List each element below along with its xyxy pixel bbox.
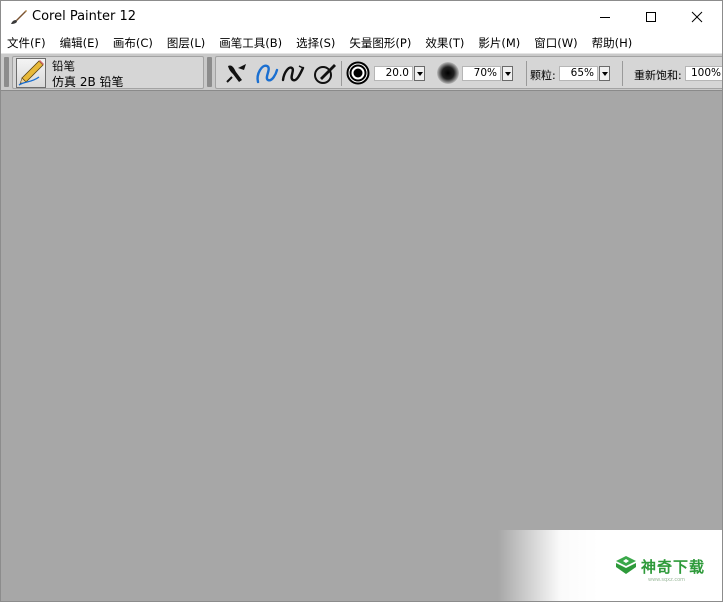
stroke-freehand-icon[interactable] [254,60,280,86]
size-dropdown[interactable] [414,66,425,81]
brush-variant-label: 仿真 2B 铅笔 [52,75,124,89]
maximize-button[interactable] [628,1,674,33]
menu-bar: 文件(F) 编辑(E) 画布(C) 图层(L) 画笔工具(B) 选择(S) 矢量… [1,33,722,53]
grain-field[interactable]: 65% [559,66,598,81]
brush-category-label: 铅笔 [52,59,75,73]
size-icon [346,61,370,85]
opacity-field[interactable]: 70% [462,66,501,81]
watermark-text: 神奇下载 [641,558,706,576]
toolbar-separator [341,61,342,86]
toolbar-grip[interactable] [207,57,212,87]
watermark-url: www.sqxz.com [648,577,686,583]
toolbar-separator [526,61,527,86]
toolbar-separator [622,61,623,86]
menu-window[interactable]: 窗口(W) [534,35,577,51]
menu-layers[interactable]: 图层(L) [167,35,205,51]
resaturation-field[interactable]: 100% [685,66,722,81]
watermark-logo [616,556,636,574]
minimize-button[interactable] [582,1,628,33]
menu-brushes[interactable]: 画笔工具(B) [219,35,282,51]
maximize-icon [646,12,656,22]
pencil-brush-icon [18,60,44,86]
opacity-icon [437,62,459,84]
menu-movie[interactable]: 影片(M) [478,35,520,51]
menu-help[interactable]: 帮助(H) [592,35,633,51]
property-bar: 铅笔 仿真 2B 铅笔 20.0 70% 颗粒: 65% 重新饱和: 100% [1,53,722,91]
dab-type-icon[interactable] [224,60,250,86]
menu-file[interactable]: 文件(F) [7,35,46,51]
workspace-area[interactable]: 神奇下载 www.sqxz.com [1,91,722,601]
watermark: 神奇下载 www.sqxz.com [498,530,722,601]
brush-ghost-icon[interactable] [312,60,338,86]
menu-effects[interactable]: 效果(T) [425,35,464,51]
brush-thumbnail[interactable] [16,58,46,88]
painter-brush-icon [11,10,27,24]
size-field[interactable]: 20.0 [374,66,413,81]
grain-dropdown[interactable] [599,66,610,81]
window-title: Corel Painter 12 [32,9,137,24]
title-bar: Corel Painter 12 [1,1,722,33]
brush-selector[interactable]: 铅笔 仿真 2B 铅笔 [12,56,204,89]
opacity-dropdown[interactable] [502,66,513,81]
brush-options-panel: 20.0 70% 颗粒: 65% 重新饱和: 100% [215,56,722,89]
grain-label: 颗粒: [530,69,556,82]
app-window: Corel Painter 12 文件(F) 编辑(E) 画布(C) 图层(L)… [0,0,723,602]
menu-shapes[interactable]: 矢量图形(P) [349,35,411,51]
close-button[interactable] [674,1,720,33]
stroke-straight-icon[interactable] [280,60,306,86]
resaturation-label: 重新饱和: [634,69,682,82]
menu-canvas[interactable]: 画布(C) [113,35,153,51]
brush-selector-grip[interactable] [4,57,9,87]
menu-edit[interactable]: 编辑(E) [60,35,99,51]
minimize-icon [600,17,610,18]
menu-select[interactable]: 选择(S) [296,35,335,51]
close-icon [691,11,703,23]
